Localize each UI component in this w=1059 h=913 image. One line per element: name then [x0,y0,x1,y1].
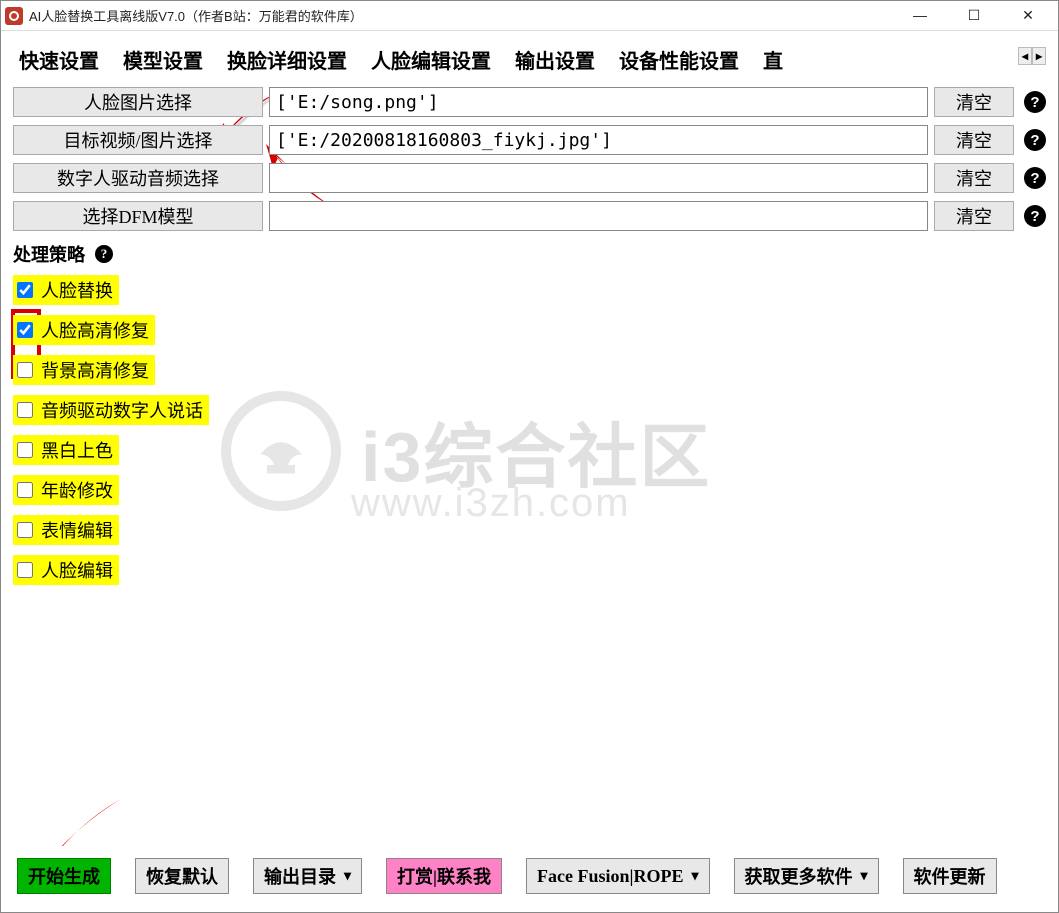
help-icon[interactable]: ? [1024,167,1046,189]
clear-target-button[interactable]: 清空 [934,125,1014,155]
software-update-button[interactable]: 软件更新 [903,858,997,894]
minimize-button[interactable]: — [902,7,938,24]
get-more-software-button[interactable]: 获取更多软件 [734,858,879,894]
tab-faceswap-detail[interactable]: 换脸详细设置 [215,41,359,78]
help-icon[interactable]: ? [95,245,113,263]
option-0[interactable]: 人脸替换 [13,275,119,305]
clear-face-image-button[interactable]: 清空 [934,87,1014,117]
option-checkbox[interactable] [17,482,33,498]
clear-dfm-button[interactable]: 清空 [934,201,1014,231]
app-icon [5,7,23,25]
option-label: 背景高清修复 [41,357,149,383]
option-checkbox[interactable] [17,402,33,418]
audio-path-input[interactable] [269,163,928,193]
option-checkbox[interactable] [17,322,33,338]
option-6[interactable]: 表情编辑 [13,515,119,545]
option-label: 表情编辑 [41,517,113,543]
option-label: 人脸替换 [41,277,113,303]
tab-scroll-right[interactable]: ▸ [1032,47,1046,65]
close-button[interactable]: ✕ [1010,7,1046,24]
help-icon[interactable]: ? [1024,205,1046,227]
option-label: 黑白上色 [41,437,113,463]
option-2[interactable]: 背景高清修复 [13,355,155,385]
option-1[interactable]: 人脸高清修复 [13,315,155,345]
help-icon[interactable]: ? [1024,91,1046,113]
option-4[interactable]: 黑白上色 [13,435,119,465]
restore-defaults-button[interactable]: 恢复默认 [135,858,229,894]
target-path-input[interactable] [269,125,928,155]
option-7[interactable]: 人脸编辑 [13,555,119,585]
bottom-toolbar: 开始生成 恢复默认 输出目录 打赏|联系我 Face Fusion|ROPE 获… [1,846,1058,912]
option-3[interactable]: 音频驱动数字人说话 [13,395,209,425]
annotation-arrow [6,791,136,846]
select-face-image-button[interactable]: 人脸图片选择 [13,87,263,117]
start-generate-button[interactable]: 开始生成 [17,858,111,894]
tab-more[interactable]: 直 [751,41,795,78]
maximize-button[interactable]: ☐ [956,7,992,24]
donate-contact-button[interactable]: 打赏|联系我 [386,858,502,894]
option-label: 音频驱动数字人说话 [41,397,203,423]
dfm-path-input[interactable] [269,201,928,231]
tab-device-perf[interactable]: 设备性能设置 [607,41,751,78]
option-checkbox[interactable] [17,562,33,578]
output-dir-button[interactable]: 输出目录 [253,858,362,894]
select-target-button[interactable]: 目标视频/图片选择 [13,125,263,155]
face-image-path-input[interactable] [269,87,928,117]
tab-quick-settings[interactable]: 快速设置 [13,41,111,78]
title-bar: AI人脸替换工具离线版V7.0（作者B站：万能君的软件库） — ☐ ✕ [1,1,1058,31]
tab-output[interactable]: 输出设置 [503,41,607,78]
tab-model-settings[interactable]: 模型设置 [111,41,215,78]
option-5[interactable]: 年龄修改 [13,475,119,505]
clear-audio-button[interactable]: 清空 [934,163,1014,193]
tab-scroll-left[interactable]: ◂ [1018,47,1032,65]
strategy-header: 处理策略 ? [13,241,1046,267]
option-checkbox[interactable] [17,362,33,378]
tabs-bar: 快速设置 模型设置 换脸详细设置 人脸编辑设置 输出设置 设备性能设置 直 ◂ … [13,41,1046,77]
select-dfm-button[interactable]: 选择DFM模型 [13,201,263,231]
help-icon[interactable]: ? [1024,129,1046,151]
option-checkbox[interactable] [17,522,33,538]
select-audio-button[interactable]: 数字人驱动音频选择 [13,163,263,193]
window-title: AI人脸替换工具离线版V7.0（作者B站：万能君的软件库） [29,6,902,25]
face-fusion-rope-button[interactable]: Face Fusion|ROPE [526,858,710,894]
option-label: 年龄修改 [41,477,113,503]
option-checkbox[interactable] [17,282,33,298]
option-label: 人脸编辑 [41,557,113,583]
option-checkbox[interactable] [17,442,33,458]
tab-face-edit[interactable]: 人脸编辑设置 [359,41,503,78]
option-label: 人脸高清修复 [41,317,149,343]
